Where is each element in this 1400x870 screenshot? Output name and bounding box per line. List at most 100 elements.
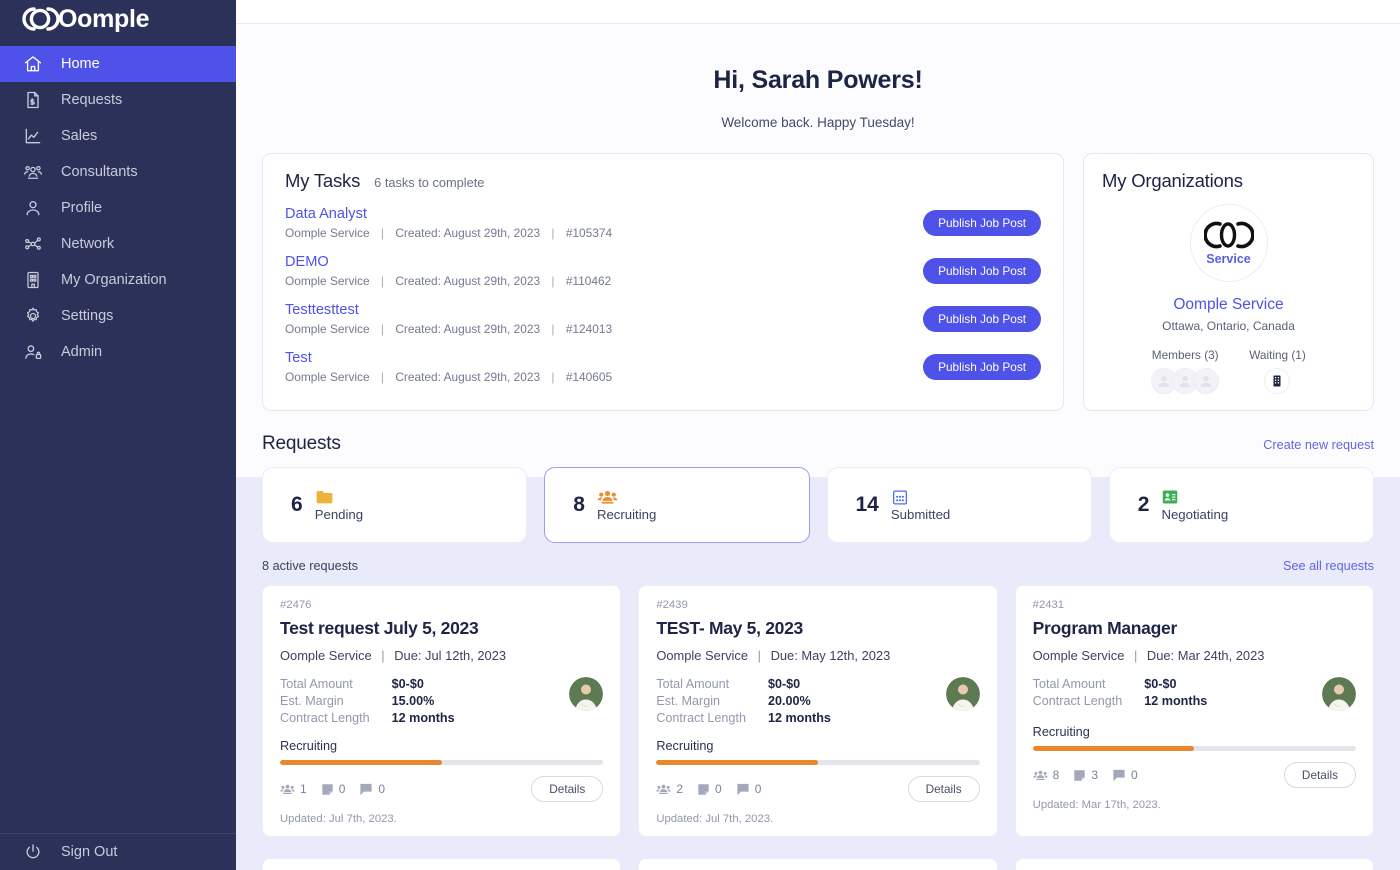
task-meta: Oomple Service | Created: August 29th, 2… — [285, 274, 611, 288]
my-tasks-card: My Tasks 6 tasks to complete Data Analys… — [262, 153, 1064, 411]
status-tile-recruiting[interactable]: 8 Recruiting — [544, 467, 810, 543]
sidebar-item-network[interactable]: Network — [0, 226, 236, 262]
request-status-tiles: 6 Pending 8 Recruiting 14 Submitted 2 Ne… — [262, 467, 1374, 543]
separator: | — [551, 274, 555, 288]
details-button[interactable]: Details — [1283, 762, 1356, 788]
request-updated: Updated: Jul 7th, 2023. — [656, 813, 774, 825]
my-organizations-title: My Organizations — [1102, 170, 1243, 191]
applicants-stat: 8 — [1032, 768, 1059, 782]
document-dollar-icon — [22, 90, 43, 111]
request-card[interactable]: #2433 Project Manager Oomple Service | D… — [262, 858, 622, 870]
task-item: Data Analyst Oomple Service | Created: A… — [285, 206, 1041, 240]
comments-stat: 0 — [736, 782, 762, 796]
home-icon — [22, 54, 43, 75]
publish-job-post-button[interactable]: Publish Job Post — [923, 210, 1041, 236]
details-button[interactable]: Details — [907, 776, 980, 802]
request-status: Recruiting — [280, 739, 338, 753]
request-details-block: Total Amount $0-$0 Est. Margin 20.00% Co… — [656, 677, 980, 725]
avatar — [945, 677, 980, 711]
request-card-footer: 1 0 0 Details — [280, 776, 604, 802]
request-card[interactable]: #2435 TestTestTest Oomple Service | Due:… — [1014, 858, 1374, 870]
people-group-icon — [597, 489, 656, 506]
sidebar-item-admin[interactable]: Admin — [0, 334, 236, 370]
field-key: Est. Margin — [280, 694, 344, 708]
task-created: Created: August 29th, 2023 — [395, 322, 541, 336]
status-count: 6 — [291, 493, 303, 516]
brand-name: Oomple — [58, 4, 150, 33]
status-tile-negotiating[interactable]: 2 Negotiating — [1108, 467, 1374, 543]
brand-logo[interactable]: Oomple — [0, 0, 236, 38]
request-card[interactable]: #2431 Program Manager Oomple Service | D… — [1014, 585, 1374, 837]
request-org: Oomple Service — [280, 648, 372, 663]
field-key: Contract Length — [656, 711, 746, 725]
see-all-requests-link[interactable]: See all requests — [1283, 559, 1374, 573]
oomple-logo-icon — [1202, 220, 1255, 255]
request-card[interactable]: #2434 Test Request Oomple Service | Due:… — [638, 858, 998, 870]
comments-count: 0 — [754, 782, 762, 796]
task-title-link[interactable]: Test — [285, 350, 612, 366]
details-button[interactable]: Details — [531, 776, 604, 802]
field-key: Contract Length — [280, 711, 370, 725]
notes-stat: 3 — [1073, 768, 1098, 782]
request-cards-grid-row2: #2433 Project Manager Oomple Service | D… — [262, 858, 1374, 870]
building-icon — [1264, 368, 1291, 394]
sidebar-item-label: Home — [61, 56, 100, 72]
sidebar-item-settings[interactable]: Settings — [0, 298, 236, 334]
separator: | — [381, 648, 385, 663]
applicants-stat: 2 — [656, 782, 683, 796]
separator: | — [380, 226, 384, 240]
task-title-link[interactable]: Data Analyst — [285, 206, 612, 222]
separator: | — [380, 274, 384, 288]
task-meta: Oomple Service | Created: August 29th, 2… — [285, 370, 612, 384]
content-area: Hi, Sarah Powers! Welcome back. Happy Tu… — [236, 66, 1400, 870]
notes-count: 3 — [1091, 768, 1099, 782]
publish-job-post-button[interactable]: Publish Job Post — [923, 258, 1041, 284]
field-value: 20.00% — [767, 694, 811, 708]
app-root: Oomple Home Requests Sales Consultants P… — [0, 0, 1400, 870]
create-new-request-link[interactable]: Create new request — [1263, 438, 1374, 452]
task-title-link[interactable]: Testtesttest — [285, 302, 612, 318]
task-title-link[interactable]: DEMO — [285, 254, 611, 270]
applicants-stat: 1 — [280, 782, 307, 796]
request-id: #2431 — [1032, 599, 1065, 611]
oomple-logo-icon — [22, 6, 60, 32]
status-tile-pending[interactable]: 6 Pending — [262, 467, 528, 543]
power-icon — [22, 842, 43, 863]
task-item: DEMO Oomple Service | Created: August 29… — [285, 254, 1041, 288]
organization-avatar[interactable]: Service — [1189, 204, 1268, 282]
sidebar-item-consultants[interactable]: Consultants — [0, 154, 236, 190]
task-org: Oomple Service — [285, 322, 370, 336]
separator: | — [1133, 648, 1138, 663]
field-value: 12 months — [391, 711, 455, 725]
sidebar-item-label: Admin — [61, 344, 103, 360]
building-icon — [22, 270, 43, 291]
request-org: Oomple Service — [1032, 648, 1125, 663]
avatar — [569, 677, 604, 711]
field-value: 12 months — [767, 711, 831, 725]
sign-out-button[interactable]: Sign Out — [0, 834, 236, 870]
sidebar-item-my-organization[interactable]: My Organization — [0, 262, 236, 298]
request-card[interactable]: #2439 TEST- May 5, 2023 Oomple Service |… — [638, 585, 998, 837]
sidebar-item-label: My Organization — [61, 272, 167, 288]
sidebar-item-requests[interactable]: Requests — [0, 82, 236, 118]
people-group-icon — [22, 162, 43, 183]
request-stats: 8 3 0 — [1032, 768, 1138, 782]
status-tile-submitted[interactable]: 14 Submitted — [826, 467, 1092, 543]
separator: | — [380, 322, 384, 336]
sidebar-item-sales[interactable]: Sales — [0, 118, 236, 154]
task-org: Oomple Service — [285, 274, 370, 288]
sidebar-item-home[interactable]: Home — [0, 46, 236, 82]
members-avatars — [1151, 368, 1220, 394]
my-tasks-title: My Tasks — [285, 170, 361, 191]
request-card[interactable]: #2476 Test request July 5, 2023 Oomple S… — [262, 585, 622, 837]
publish-job-post-button[interactable]: Publish Job Post — [923, 306, 1041, 332]
request-stats: 2 0 0 — [656, 782, 761, 796]
publish-job-post-button[interactable]: Publish Job Post — [923, 354, 1041, 380]
organization-logo-label: Service — [1206, 252, 1251, 266]
organization-name-link[interactable]: Oomple Service — [1102, 296, 1355, 314]
separator: | — [551, 226, 555, 240]
request-updated: Updated: Jul 7th, 2023. — [280, 813, 397, 825]
status-label: Recruiting — [596, 506, 657, 522]
sidebar-item-profile[interactable]: Profile — [0, 190, 236, 226]
sidebar-item-label: Requests — [61, 92, 123, 108]
